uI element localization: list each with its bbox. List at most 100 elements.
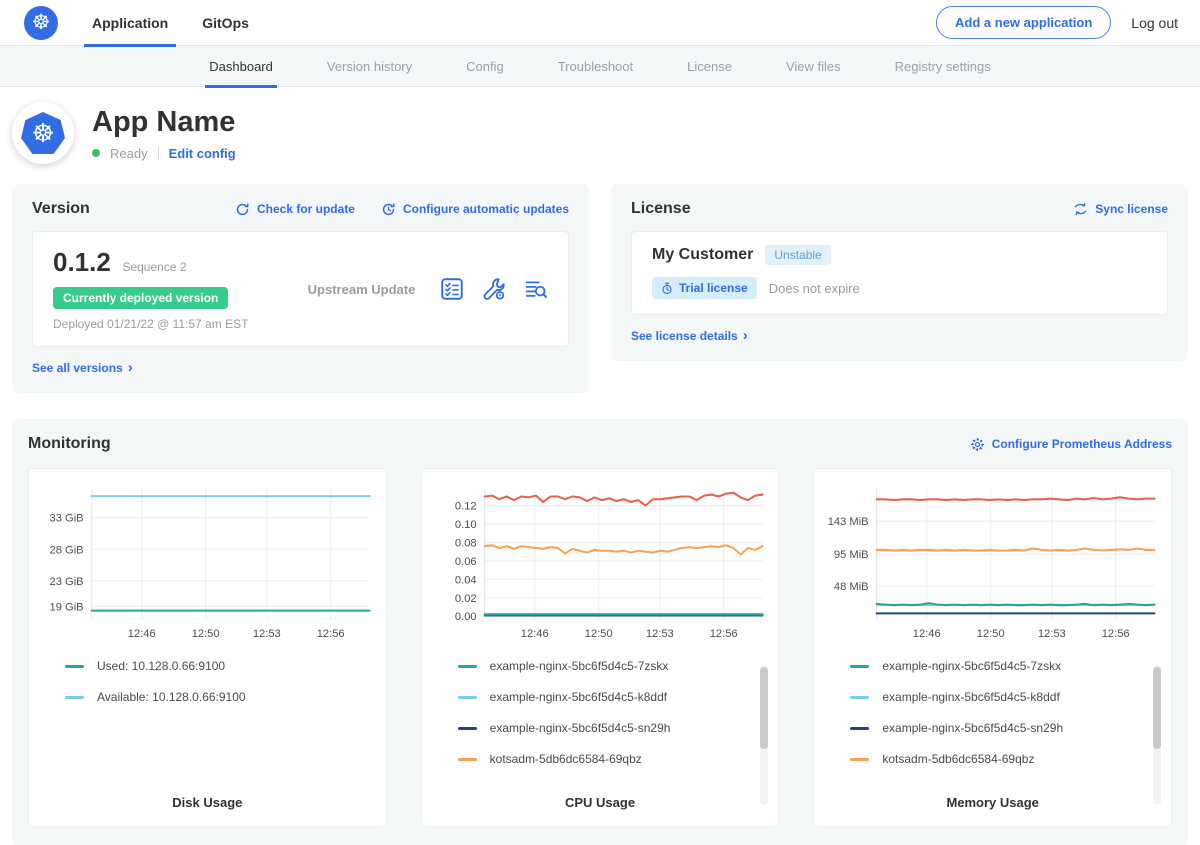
see-license-details-label: See license details (631, 329, 738, 343)
legend-label: kotsadm-5db6dc6584-69qbz (882, 752, 1034, 766)
svg-text:12:56: 12:56 (709, 628, 737, 640)
license-panel: My Customer Unstable Trial license Does … (631, 231, 1168, 315)
add-application-button[interactable]: Add a new application (936, 6, 1111, 39)
configure-prometheus-link[interactable]: Configure Prometheus Address (970, 437, 1172, 452)
legend-dash-icon (458, 696, 477, 699)
version-card-actions: Check for update Configure automatic upd… (235, 202, 569, 217)
preflight-checklist-icon[interactable] (440, 277, 464, 301)
gear-icon (970, 437, 985, 452)
trial-license-badge: Trial license (652, 277, 757, 299)
sync-arrows-icon (1073, 202, 1088, 216)
subnav-item-license[interactable]: License (687, 46, 732, 87)
legend-dash-icon (850, 727, 869, 730)
version-card-title: Version (32, 200, 90, 218)
svg-text:95 MiB: 95 MiB (834, 549, 869, 561)
license-card-title: License (631, 200, 691, 218)
subnav-item-dashboard[interactable]: Dashboard (209, 46, 273, 87)
currently-deployed-badge: Currently deployed version (53, 287, 228, 309)
legend-label: example-nginx-5bc6f5d4c5-7zskx (490, 659, 669, 673)
svg-text:0.12: 0.12 (455, 501, 477, 513)
check-for-update-link[interactable]: Check for update (235, 202, 355, 217)
license-card-header: License Sync license (631, 200, 1168, 218)
status-badge: Ready (110, 146, 148, 161)
version-card: Version Check for update Configure autom… (12, 184, 589, 393)
legend-label: example-nginx-5bc6f5d4c5-k8ddf (882, 690, 1059, 704)
check-for-update-label: Check for update (257, 202, 355, 216)
subnav-item-view-files[interactable]: View files (786, 46, 841, 87)
line-chart-svg: 0.120.100.080.060.040.020.0012:4612:5012… (432, 483, 769, 643)
legend-dash-icon (458, 758, 477, 761)
app-subnav: Dashboard Version history Config Trouble… (0, 46, 1200, 87)
app-status-row: Ready Edit config (92, 146, 236, 161)
customer-name: My Customer (652, 246, 753, 264)
channel-badge: Unstable (765, 245, 830, 265)
legend-scrollbar[interactable] (1153, 665, 1161, 805)
svg-text:0.06: 0.06 (455, 556, 477, 568)
monitoring-header: Monitoring Configure Prometheus Address (28, 435, 1172, 453)
tab-application[interactable]: Application (92, 0, 168, 46)
stopwatch-icon (661, 282, 673, 295)
legend-scrollbar[interactable] (760, 665, 768, 805)
legend-item: example-nginx-5bc6f5d4c5-7zskx (458, 659, 769, 673)
cards-row: Version Check for update Configure autom… (0, 184, 1200, 393)
legend-scrollbar-thumb[interactable] (760, 667, 768, 749)
svg-text:143 MiB: 143 MiB (828, 516, 869, 528)
legend-dash-icon (65, 696, 84, 699)
license-expiry: Does not expire (769, 281, 860, 296)
view-logs-icon[interactable] (524, 277, 548, 301)
subnav-item-registry-settings[interactable]: Registry settings (895, 46, 991, 87)
svg-text:12:50: 12:50 (584, 628, 612, 640)
cpu-usage-chart-card: 0.120.100.080.060.040.020.0012:4612:5012… (421, 468, 780, 827)
svg-text:28 GiB: 28 GiB (50, 544, 84, 556)
chevron-right-icon: › (128, 360, 133, 375)
configure-prometheus-label: Configure Prometheus Address (992, 437, 1172, 451)
legend-item: example-nginx-5bc6f5d4c5-k8ddf (458, 690, 769, 704)
legend-item: Available: 10.128.0.66:9100 (65, 690, 376, 704)
sync-license-label: Sync license (1095, 202, 1168, 216)
disk-usage-plot: 33 GiB28 GiB23 GiB19 GiB12:4612:5012:531… (39, 483, 376, 643)
config-wrench-icon[interactable] (482, 277, 506, 301)
line-chart-svg: 143 MiB95 MiB48 MiB12:4612:5012:5312:56 (824, 483, 1161, 643)
subnav-item-version-history[interactable]: Version history (327, 46, 412, 87)
subnav-item-troubleshoot[interactable]: Troubleshoot (558, 46, 633, 87)
top-nav: ☸ Application GitOps Add a new applicati… (0, 0, 1200, 46)
auto-update-clock-icon (381, 202, 396, 217)
tab-gitops[interactable]: GitOps (202, 0, 249, 46)
legend-item: example-nginx-5bc6f5d4c5-k8ddf (850, 690, 1161, 704)
see-license-details-link[interactable]: See license details › (631, 328, 748, 343)
app-title-block: App Name Ready Edit config (92, 106, 236, 161)
disk-usage-chart-card: 33 GiB28 GiB23 GiB19 GiB12:4612:5012:531… (28, 468, 387, 827)
svg-text:0.04: 0.04 (455, 574, 477, 586)
svg-text:23 GiB: 23 GiB (50, 576, 84, 588)
legend-item: kotsadm-5db6dc6584-69qbz (458, 752, 769, 766)
divider (158, 146, 159, 160)
helm-wheel-glyph: ☸ (31, 120, 54, 146)
edit-config-link[interactable]: Edit config (169, 146, 236, 161)
charts-row: 33 GiB28 GiB23 GiB19 GiB12:4612:5012:531… (28, 468, 1172, 827)
svg-text:12:50: 12:50 (977, 628, 1005, 640)
disk-usage-title: Disk Usage (39, 795, 376, 810)
legend-item: example-nginx-5bc6f5d4c5-7zskx (850, 659, 1161, 673)
version-info: 0.1.2 Sequence 2 Currently deployed vers… (53, 247, 283, 331)
legend-label: example-nginx-5bc6f5d4c5-7zskx (882, 659, 1061, 673)
legend-label: Used: 10.128.0.66:9100 (97, 659, 225, 673)
subnav-item-config[interactable]: Config (466, 46, 504, 87)
svg-text:12:53: 12:53 (646, 628, 674, 640)
svg-text:48 MiB: 48 MiB (834, 581, 869, 593)
configure-automatic-updates-link[interactable]: Configure automatic updates (381, 202, 569, 217)
svg-text:12:53: 12:53 (1038, 628, 1066, 640)
see-all-versions-link[interactable]: See all versions › (32, 360, 133, 375)
legend-item: Used: 10.128.0.66:9100 (65, 659, 376, 673)
deployed-timestamp: Deployed 01/21/22 @ 11:57 am EST (53, 317, 283, 331)
trial-license-label: Trial license (679, 281, 748, 295)
sync-license-link[interactable]: Sync license (1073, 202, 1168, 216)
cpu-usage-legend: example-nginx-5bc6f5d4c5-7zskx example-ng… (432, 659, 769, 781)
legend-dash-icon (850, 665, 869, 668)
legend-dash-icon (850, 696, 869, 699)
logout-button[interactable]: Log out (1131, 15, 1178, 31)
svg-text:0.08: 0.08 (455, 538, 477, 550)
cpu-usage-plot: 0.120.100.080.060.040.020.0012:4612:5012… (432, 483, 769, 643)
svg-text:12:46: 12:46 (913, 628, 941, 640)
legend-item: example-nginx-5bc6f5d4c5-sn29h (458, 721, 769, 735)
legend-scrollbar-thumb[interactable] (1153, 667, 1161, 749)
